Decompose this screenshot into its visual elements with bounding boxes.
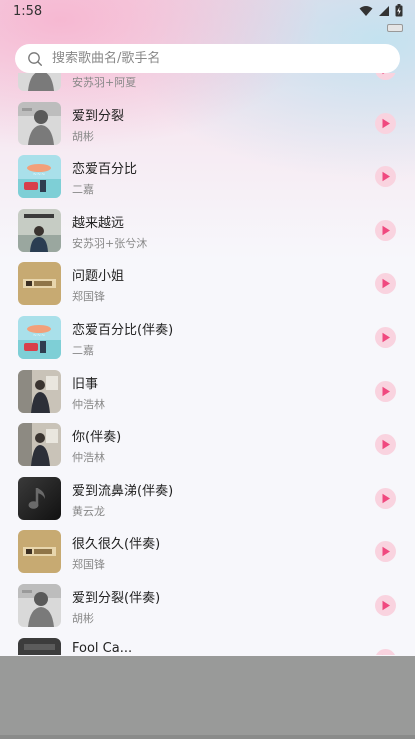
bottom-divider <box>0 735 415 739</box>
play-button[interactable] <box>375 326 396 348</box>
play-button[interactable] <box>375 541 396 563</box>
play-button[interactable] <box>375 648 396 655</box>
song-row[interactable]: 问题小姐 郑国锋 <box>0 257 415 311</box>
play-icon <box>382 439 390 450</box>
play-icon <box>382 118 390 128</box>
play-icon <box>382 547 390 557</box>
album-cover <box>18 101 61 145</box>
song-artist: 仲浩林 <box>72 397 105 411</box>
song-artist: 安苏羽+阿夏 <box>72 76 137 89</box>
album-cover <box>18 369 61 413</box>
play-button[interactable] <box>375 487 396 509</box>
song-title: 爱到分裂(伴奏) <box>72 590 161 606</box>
play-icon <box>382 654 384 655</box>
song-artist: 仲浩林 <box>72 451 105 465</box>
album-cover <box>18 262 61 306</box>
song-row[interactable]: 爱到分裂 胡彬 <box>0 97 415 151</box>
play-button[interactable] <box>375 73 396 80</box>
song-row[interactable]: 你(伴奏) 仲浩林 <box>0 418 415 472</box>
song-artist: 郑国锋 <box>72 558 105 572</box>
play-button[interactable] <box>375 273 396 295</box>
play-icon <box>382 171 390 182</box>
song-row[interactable]: 安苏羽+阿夏 <box>0 73 415 97</box>
battery-icon <box>395 4 403 17</box>
play-button[interactable] <box>375 380 396 402</box>
song-artist: 安苏羽+张兮沐 <box>72 236 148 250</box>
song-row[interactable]: Fool Ca... <box>0 633 415 655</box>
play-icon <box>382 600 390 611</box>
song-title: 问题小姐 <box>72 269 125 285</box>
song-title: 你(伴奏) <box>72 430 122 446</box>
play-icon <box>382 332 390 343</box>
album-cover <box>18 476 61 520</box>
search-icon <box>28 51 43 66</box>
status-bar: 1:58 <box>0 0 415 24</box>
play-button[interactable] <box>375 219 396 241</box>
song-title: 爱到分裂 <box>72 108 125 124</box>
album-cover <box>18 73 61 91</box>
song-row[interactable]: ~~~ 恋爱百分比二嘉 <box>0 150 415 204</box>
album-cover <box>18 583 61 627</box>
song-artist: 二嘉 <box>72 183 94 197</box>
song-artist: 胡彬 <box>72 611 94 625</box>
play-button[interactable] <box>375 112 396 134</box>
song-row[interactable]: 旧事 仲浩林 <box>0 365 415 419</box>
song-title: 旧事 <box>72 376 99 392</box>
song-list[interactable]: 安苏羽+阿夏 爱到分裂胡彬 ~~~ 恋爱百分比二嘉 越来越远安苏羽+张兮沐 问题… <box>0 73 415 655</box>
song-title: 很久很久(伴奏) <box>72 537 161 553</box>
song-artist: 胡彬 <box>72 129 94 143</box>
play-button[interactable] <box>375 434 396 456</box>
song-row[interactable]: 很久很久(伴奏) 郑国锋 <box>0 525 415 579</box>
song-artist: 郑国锋 <box>72 290 105 304</box>
play-button[interactable] <box>375 594 396 616</box>
album-cover <box>18 637 61 655</box>
play-icon <box>382 386 390 396</box>
play-icon <box>382 493 390 503</box>
song-title: 恋爱百分比(伴奏) <box>72 322 174 338</box>
song-title: Fool Ca... <box>72 640 133 655</box>
song-row[interactable]: 爱到流鼻涕(伴奏) 黄云龙 <box>0 472 415 526</box>
song-artist: 二嘉 <box>72 343 94 357</box>
play-button[interactable] <box>375 166 396 188</box>
play-icon <box>382 73 384 75</box>
play-icon <box>382 279 390 289</box>
album-cover <box>18 208 61 252</box>
album-cover: ~~~ <box>18 155 61 199</box>
search-bar[interactable] <box>15 44 400 73</box>
bottom-overlay <box>0 656 415 739</box>
song-title: 爱到流鼻涕(伴奏) <box>72 483 174 499</box>
side-mini-icon <box>387 24 403 32</box>
status-time: 1:58 <box>13 4 43 19</box>
song-artist: 黄云龙 <box>72 504 105 518</box>
album-cover: ~~~ <box>18 315 61 359</box>
signal-icon <box>379 5 389 16</box>
svg-text:~~~: ~~~ <box>33 333 46 339</box>
search-input[interactable] <box>52 51 382 66</box>
wifi-icon <box>359 5 373 16</box>
song-row[interactable]: ~~~ 恋爱百分比(伴奏) 二嘉 <box>0 311 415 365</box>
status-icons <box>359 4 403 17</box>
svg-text:~~~: ~~~ <box>33 172 46 178</box>
play-icon <box>382 225 390 235</box>
album-cover <box>18 423 61 467</box>
song-title: 越来越远 <box>72 215 125 231</box>
song-row[interactable]: 爱到分裂(伴奏) 胡彬 <box>0 579 415 633</box>
song-title: 恋爱百分比 <box>72 162 138 178</box>
album-cover <box>18 530 61 574</box>
song-row[interactable]: 越来越远安苏羽+张兮沐 <box>0 204 415 258</box>
